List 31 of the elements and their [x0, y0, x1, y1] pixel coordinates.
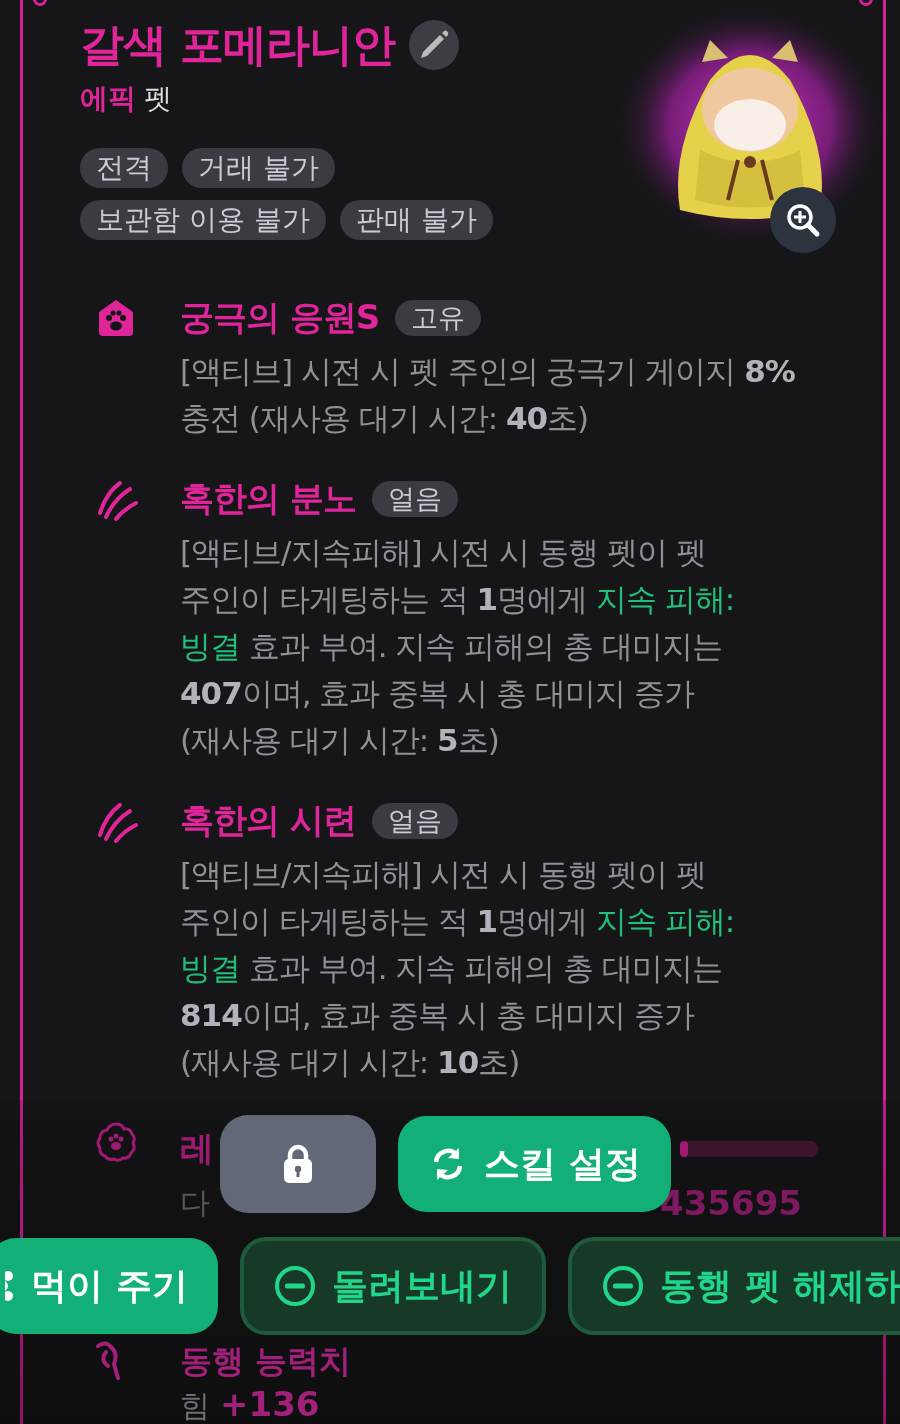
- flower-paw-icon: [96, 1121, 136, 1163]
- minus-circle-icon: [602, 1265, 644, 1307]
- stat-name: 힘: [180, 1387, 210, 1424]
- claw-marks-icon: [96, 479, 138, 521]
- skill-tag: 얼음: [371, 481, 458, 517]
- claw-marks-icon: [96, 801, 138, 843]
- tag: 보관함 이용 불가: [80, 200, 326, 240]
- stat-value: +136: [220, 1384, 320, 1424]
- skill-tag: 얼음: [371, 803, 458, 839]
- skill-description: [액티브/지속피해] 시전 시 동행 펫이 펫 주인이 타게팅하는 적 1명에게 지속 피해: 빙결 효과 부여. 지속 피해의 총 대미지는 407이며, 효과 중복 시 총 대미지 증가 (재사용 대기 시간: 5초): [180, 533, 736, 760]
- edit-button[interactable]: [409, 20, 460, 70]
- outline-button[interactable]: 돌려보내기: [240, 1237, 546, 1335]
- next-level-label: 다: [180, 1183, 210, 1222]
- zoom-in-icon: [785, 202, 821, 238]
- section-title: 동행 능력치: [180, 1341, 353, 1382]
- skill-description: [액티브] 시전 시 펫 주인의 궁극기 게이지 8% 충전 (재사용 대기 시간: 40초): [180, 352, 796, 438]
- skill-description: [액티브/지속피해] 시전 시 동행 펫이 펫 주인이 타게팅하는 적 1명에게 지속 피해: 빙결 효과 부여. 지속 피해의 총 대미지는 814이며, 효과 중복 시 총 대미지 증가 (재사용 대기 시간: 10초): [180, 855, 736, 1082]
- skill-name: 혹한의 시련: [180, 799, 356, 842]
- skill-name: 궁극의 응원S: [180, 296, 380, 339]
- tag: 판매 불가: [339, 200, 493, 240]
- lock-button[interactable]: [220, 1115, 376, 1213]
- pet-grade: 에픽: [80, 81, 136, 117]
- skill-name: 혹한의 분노: [180, 477, 356, 520]
- minus-circle-icon: [274, 1265, 316, 1307]
- paw-house-icon: [96, 298, 136, 338]
- section-title: 레: [180, 1127, 215, 1170]
- pet-type: 펫: [144, 81, 172, 117]
- skill-tag: 고유: [395, 300, 482, 336]
- tag: 전격: [80, 148, 168, 188]
- tag: 거래 불가: [182, 148, 335, 188]
- pet-name: 갈색 포메라니안: [80, 18, 396, 72]
